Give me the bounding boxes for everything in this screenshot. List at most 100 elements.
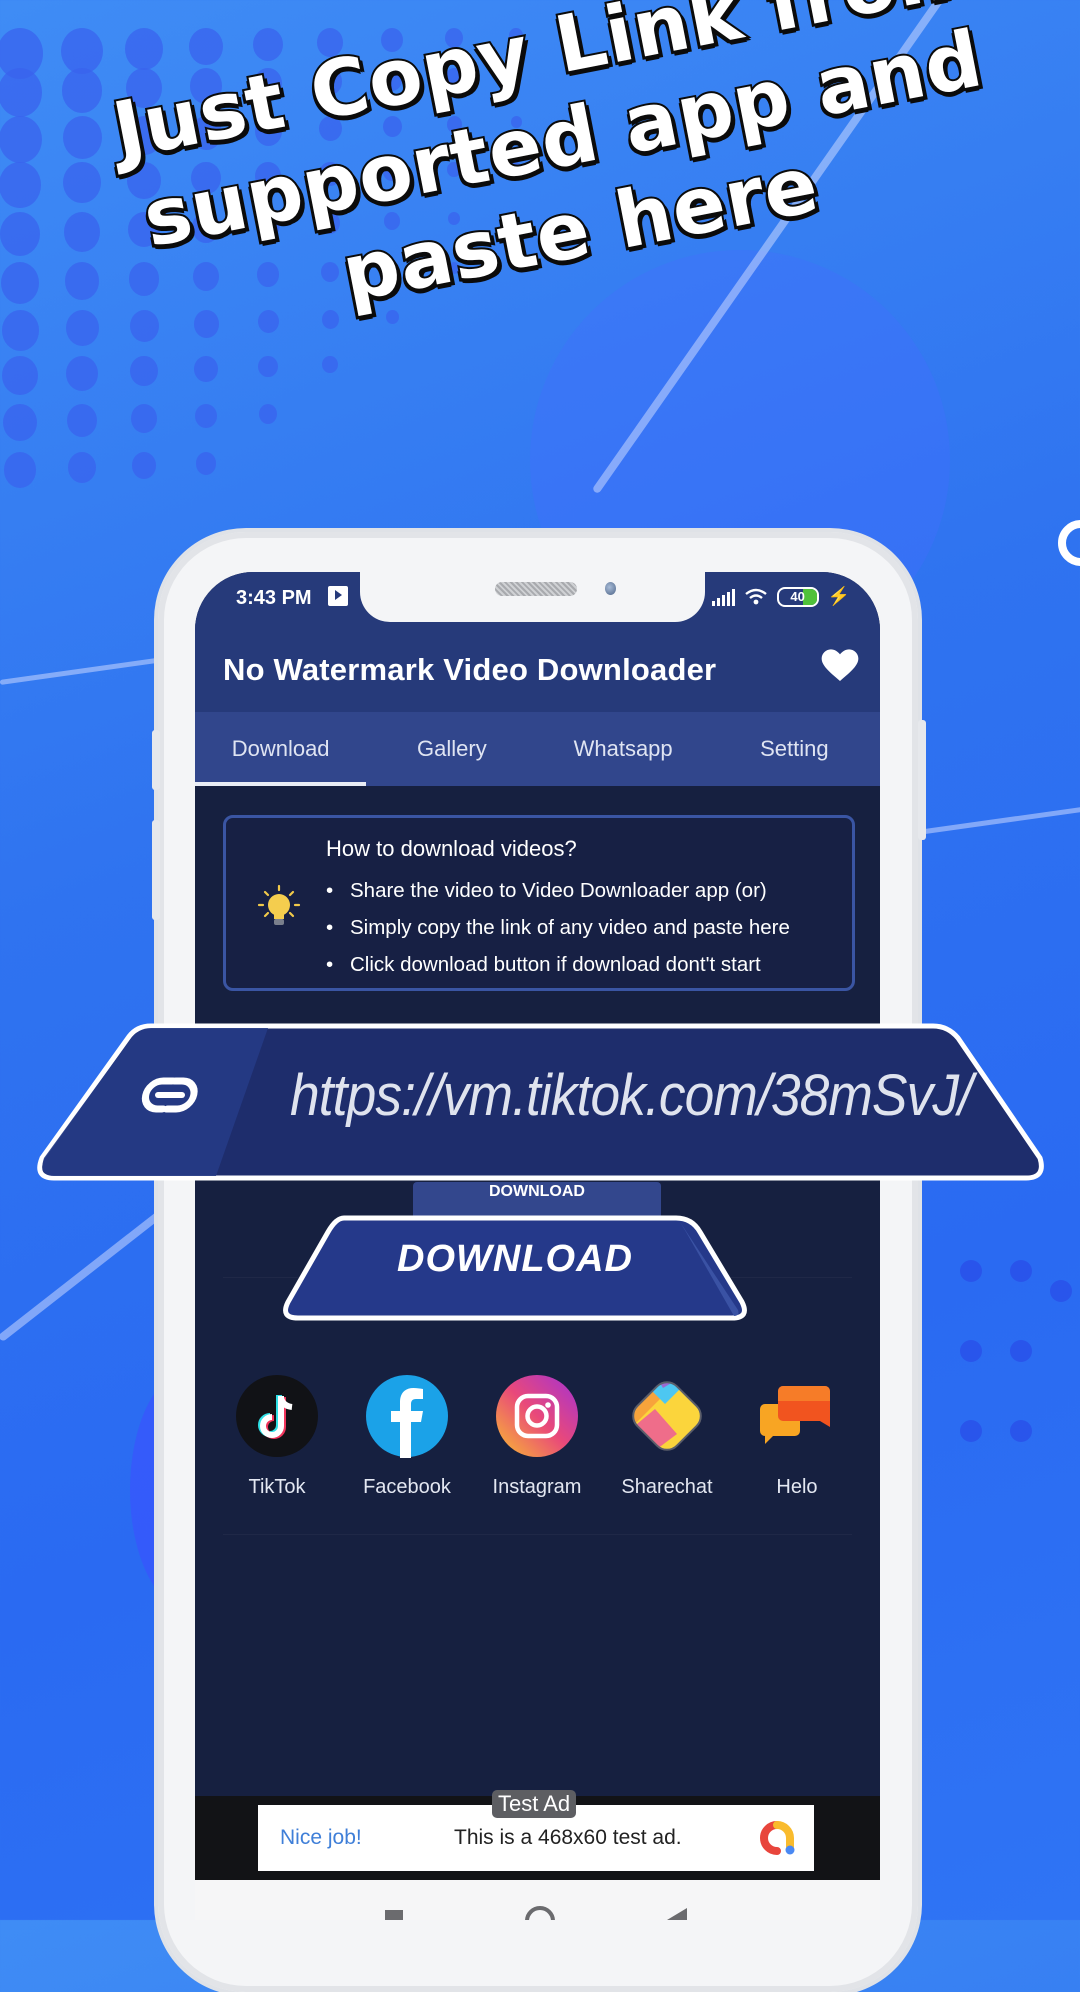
howto-step: Click download button if download dont't… [326,946,790,983]
helo-icon [760,1386,830,1444]
bg-dot [258,356,278,378]
bg-dot [2,356,38,396]
bg-dot [195,404,217,429]
app-title: No Watermark Video Downloader [223,652,717,687]
bg-dot [67,404,97,437]
bg-dot [195,452,217,475]
tab-gallery[interactable]: Gallery [366,712,537,786]
phone-side-button [918,720,926,840]
bg-dot [0,116,42,164]
bg-dot [0,68,43,117]
divider [223,1534,852,1535]
bg-dot [64,212,100,252]
phone-side-button [152,730,160,790]
test-ad-tag: Test Ad [492,1790,577,1818]
charging-icon: ⚡ [827,586,850,606]
status-bar: 3:43 PM 40 ⚡ [195,572,880,628]
bg-dot [67,452,97,484]
app-sharechat[interactable]: Sharechat [607,1374,727,1499]
home-button[interactable] [525,1906,555,1920]
bg-ring [1058,520,1080,566]
tab-label: Whatsapp [573,736,673,761]
battery-level: 40 [790,589,805,604]
bg-dot [1010,1420,1032,1442]
signal-icon [711,588,735,606]
bg-dot [960,1340,982,1362]
admob-logo-icon [760,1821,795,1855]
bg-dot [65,310,99,347]
tab-label: Setting [760,736,829,761]
battery-icon: 40 [776,586,819,607]
bg-dot [131,404,157,433]
bg-dot [63,162,101,204]
screen-record-icon [328,586,348,606]
bg-dot [1050,1280,1072,1302]
phone-notch [360,572,705,622]
back-button[interactable] [667,1908,687,1920]
app-label: Sharechat [621,1476,713,1498]
bg-dot [1,310,39,351]
bg-dot [0,162,41,208]
phone-side-button [152,820,160,920]
bg-curve-line [917,804,1080,835]
bg-dot [0,212,40,256]
howto-card: How to download videos? Share the video … [223,815,855,991]
tab-label: Gallery [417,736,487,761]
tab-bar: Download Gallery Whatsapp Setting [195,712,880,786]
instagram-icon [496,1375,578,1457]
lightbulb-icon [257,884,301,925]
app-bar: No Watermark Video Downloader [195,628,880,712]
tab-label: Download [231,736,330,761]
recents-button[interactable] [385,1910,403,1920]
tiktok-icon [236,1375,318,1457]
howto-steps: Share the video to Video Downloader app … [326,872,790,983]
ad-banner-area: Test Ad Nice job! This is a 468x60 test … [195,1790,880,1880]
bg-dot [322,356,338,374]
speaker-grille [495,582,577,596]
supported-apps-list: TikTok Facebook Instagram Sharechat Helo [217,1374,857,1499]
app-label: Facebook [363,1476,451,1498]
bg-dot [189,28,223,66]
app-helo[interactable]: Helo [737,1374,857,1499]
ad-headline: Nice job! [280,1826,362,1849]
bg-dot [1010,1340,1032,1362]
bg-dot [66,356,98,391]
heart-icon[interactable] [820,646,860,686]
inner-download-label: DOWNLOAD [489,1183,585,1200]
app-label: TikTok [248,1476,306,1498]
ad-text: This is a 468x60 test ad. [454,1826,682,1849]
link-icon [141,1077,198,1113]
bg-dot [0,262,40,305]
bg-dot [64,262,100,300]
bg-dot [960,1260,982,1282]
app-tiktok[interactable]: TikTok [217,1374,337,1499]
front-camera [605,582,616,595]
app-instagram[interactable]: Instagram [477,1374,597,1499]
tab-setting[interactable]: Setting [709,712,880,786]
app-label: Helo [776,1476,818,1498]
status-time: 3:43 PM [236,587,312,609]
bg-dot [194,356,218,382]
sharechat-icon [627,1376,707,1456]
system-nav-bar [195,1880,880,1920]
url-input-value[interactable]: https://vm.tiktok.com/38mSvJ/ [290,1062,973,1129]
app-label: Instagram [492,1476,582,1498]
app-facebook[interactable]: Facebook [347,1374,467,1499]
howto-title: How to download videos? [326,836,577,861]
howto-step: Share the video to Video Downloader app … [326,872,790,909]
bg-dot [62,116,102,159]
bg-dot [960,1420,982,1442]
bg-dot [125,28,163,70]
bg-dot [259,404,277,424]
bg-dot [1010,1260,1032,1282]
bg-dot [131,452,157,479]
bg-dot [3,452,37,488]
howto-step: Simply copy the link of any video and pa… [326,909,790,946]
facebook-icon [366,1375,448,1458]
bg-dot [130,356,158,387]
wifi-icon [744,588,767,604]
download-button-label: DOWNLOAD [397,1238,633,1280]
tab-whatsapp[interactable]: Whatsapp [538,712,709,786]
tab-download[interactable]: Download [195,712,367,786]
bg-dot [3,404,37,442]
